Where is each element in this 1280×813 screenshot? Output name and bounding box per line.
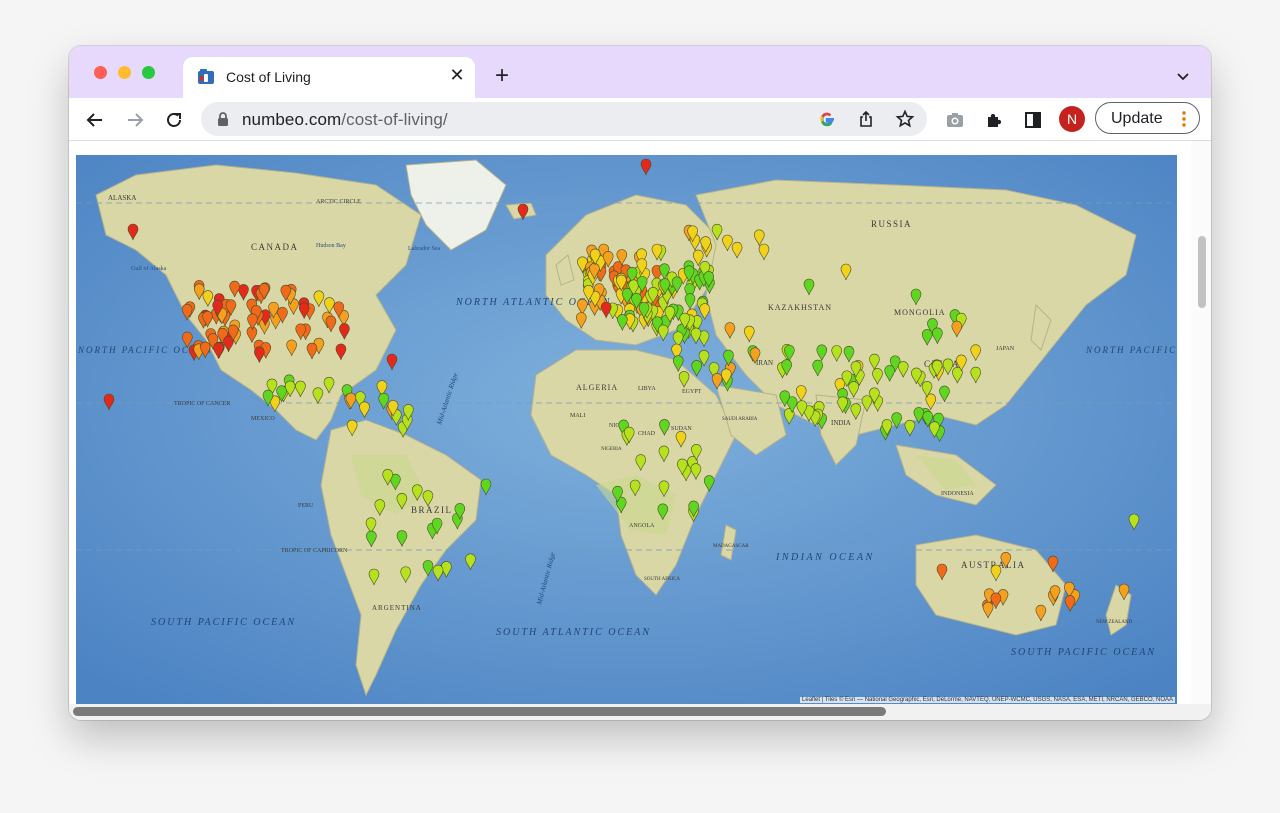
share-icon[interactable] — [856, 109, 876, 129]
label-canada: CANADA — [251, 242, 299, 252]
zoom-window-button[interactable] — [142, 66, 155, 79]
label-alaska: ALASKA — [108, 194, 136, 202]
label-hudson-bay: Hudson Bay — [316, 243, 346, 249]
label-south-pacific: SOUTH PACIFIC OCEAN — [151, 617, 296, 628]
label-nigeria: NIGERIA — [601, 447, 622, 452]
label-new-zealand: NEW ZEALAND — [1096, 620, 1133, 625]
page-content: ALASKA CANADA Gulf of Alaska Hudson Bay … — [69, 141, 1211, 720]
label-angola: ANGOLA — [629, 523, 655, 529]
lock-icon[interactable] — [215, 111, 231, 127]
tab-title: Cost of Living — [226, 69, 311, 85]
label-saudi: SAUDI ARABIA — [722, 417, 758, 422]
label-algeria: ALGERIA — [576, 383, 618, 392]
world-map[interactable]: ALASKA CANADA Gulf of Alaska Hudson Bay … — [76, 155, 1177, 704]
url-path: /cost-of-living/ — [341, 110, 448, 129]
update-label: Update — [1111, 110, 1163, 127]
url-host: numbeo.com — [242, 110, 342, 129]
tab-strip: Cost of Living ✕ + — [69, 46, 1211, 98]
camera-icon[interactable] — [941, 106, 969, 134]
label-mali: MALI — [570, 413, 585, 419]
label-iran: IRAN — [756, 359, 773, 367]
chevron-down-icon[interactable] — [1175, 68, 1191, 84]
label-argentina: ARGENTINA — [372, 604, 422, 612]
vertical-scrollbar[interactable] — [1191, 141, 1211, 706]
label-madagascar: MADAGASCAR — [713, 544, 749, 549]
label-arctic-circle: ARCTIC CIRCLE — [316, 199, 361, 205]
close-window-button[interactable] — [94, 66, 107, 79]
label-peru: PERU — [298, 503, 314, 509]
star-icon[interactable] — [895, 109, 915, 129]
label-indian-ocean: INDIAN OCEAN — [775, 552, 875, 563]
label-indonesia: INDONESIA — [941, 491, 974, 497]
tab-cost-of-living[interactable]: Cost of Living ✕ — [183, 57, 475, 98]
url-text[interactable]: numbeo.com/cost-of-living/ — [242, 110, 448, 130]
label-egypt: EGYPT — [682, 389, 702, 395]
label-gulf-alaska: Gulf of Alaska — [131, 265, 167, 272]
arrow-left-icon[interactable] — [81, 106, 109, 134]
update-button[interactable]: Update — [1095, 102, 1200, 134]
plus-icon[interactable]: + — [491, 64, 513, 88]
label-labrador: Labrador Sea — [408, 246, 440, 252]
label-south-atlantic: SOUTH ATLANTIC OCEAN — [496, 627, 651, 638]
label-chad: CHAD — [638, 431, 656, 437]
toolbar: numbeo.com/cost-of-living/ N Update — [69, 98, 1211, 141]
label-south-pacific-e: SOUTH PACIFIC OCEAN — [1011, 647, 1156, 658]
cost-of-living-map[interactable]: ALASKA CANADA Gulf of Alaska Hudson Bay … — [76, 155, 1177, 704]
label-tropic-cancer: TROPIC OF CANCER — [174, 401, 230, 407]
puzzle-icon[interactable] — [980, 106, 1008, 134]
arrow-right-icon[interactable] — [121, 106, 149, 134]
kebab-icon[interactable] — [1182, 110, 1186, 128]
google-icon[interactable] — [817, 109, 837, 129]
label-north-pacific-e: NORTH PACIFIC OCEAN — [1085, 345, 1177, 355]
label-russia: RUSSIA — [871, 219, 912, 229]
profile-avatar[interactable]: N — [1059, 106, 1085, 132]
side-panel-icon[interactable] — [1019, 106, 1047, 134]
label-mexico: MEXICO — [251, 416, 275, 422]
vertical-scroll-thumb[interactable] — [1198, 236, 1206, 308]
close-icon[interactable]: ✕ — [447, 65, 467, 85]
label-brazil: BRAZIL — [411, 505, 453, 515]
minimize-window-button[interactable] — [118, 66, 131, 79]
label-tropic-capricorn: TROPIC OF CAPRICORN — [281, 548, 348, 554]
label-kazakhstan: KAZAKHSTAN — [768, 303, 832, 312]
label-japan: JAPAN — [996, 346, 1015, 352]
reload-icon[interactable] — [160, 106, 188, 134]
browser-window: Cost of Living ✕ + numbeo.com/cost-of-li… — [69, 46, 1211, 720]
map-attribution[interactable]: Leaflet | Tiles © Esri — National Geogra… — [800, 697, 1175, 703]
horizontal-scroll-thumb[interactable] — [73, 707, 886, 716]
label-libya: LIBYA — [638, 386, 656, 392]
label-india: INDIA — [831, 419, 851, 427]
address-bar[interactable]: numbeo.com/cost-of-living/ — [201, 102, 927, 136]
numbeo-icon — [197, 68, 215, 86]
label-south-africa: SOUTH AFRICA — [644, 577, 680, 582]
label-mongolia: MONGOLIA — [894, 308, 946, 317]
